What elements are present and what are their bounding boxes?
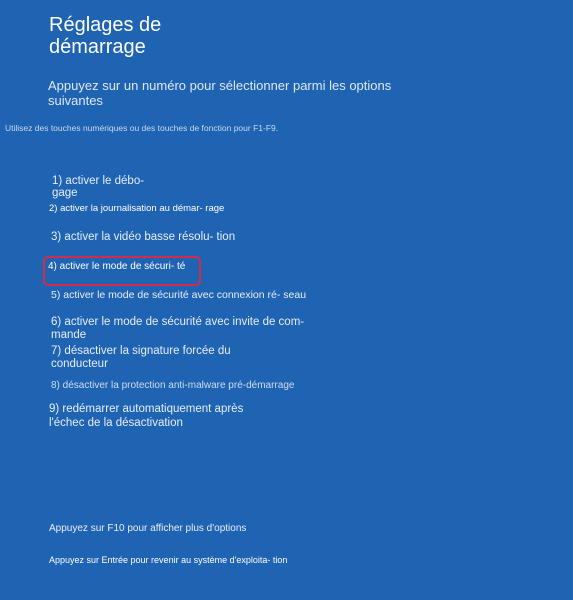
option-disable-driver-signature[interactable]: 7) désactiver la signature forcée du con… — [51, 345, 261, 371]
return-to-os-hint: Appuyez sur Entrée pour revenir au systè… — [49, 555, 288, 565]
option-safe-mode-networking[interactable]: 5) activer le mode de sécurité avec conn… — [51, 289, 311, 301]
page-title: Réglages de démarrage — [49, 14, 162, 58]
selection-highlight-box — [43, 256, 201, 286]
instructions-subtitle: Appuyez sur un numéro pour sélectionner … — [48, 78, 392, 108]
option-safe-mode-command-prompt[interactable]: 6) activer le mode de sécurité avec invi… — [51, 316, 341, 342]
option-enable-low-resolution-video[interactable]: 3) activer la vidéo basse résolu- tion — [51, 231, 241, 244]
option-disable-early-antimalware[interactable]: 8) désactiver la protection anti-malware… — [51, 380, 341, 392]
more-options-hint: Appuyez sur F10 pour afficher plus d'opt… — [49, 523, 247, 534]
key-hint: Utilisez des touches numériques ou des t… — [5, 123, 279, 133]
option-enable-debugging[interactable]: 1) activer le débo- gage — [52, 175, 172, 199]
option-enable-boot-logging[interactable]: 2) activer la journalisation au démar- r… — [49, 203, 239, 214]
option-disable-auto-restart[interactable]: 9) redémarrer automatiquement après l'éc… — [49, 402, 279, 430]
